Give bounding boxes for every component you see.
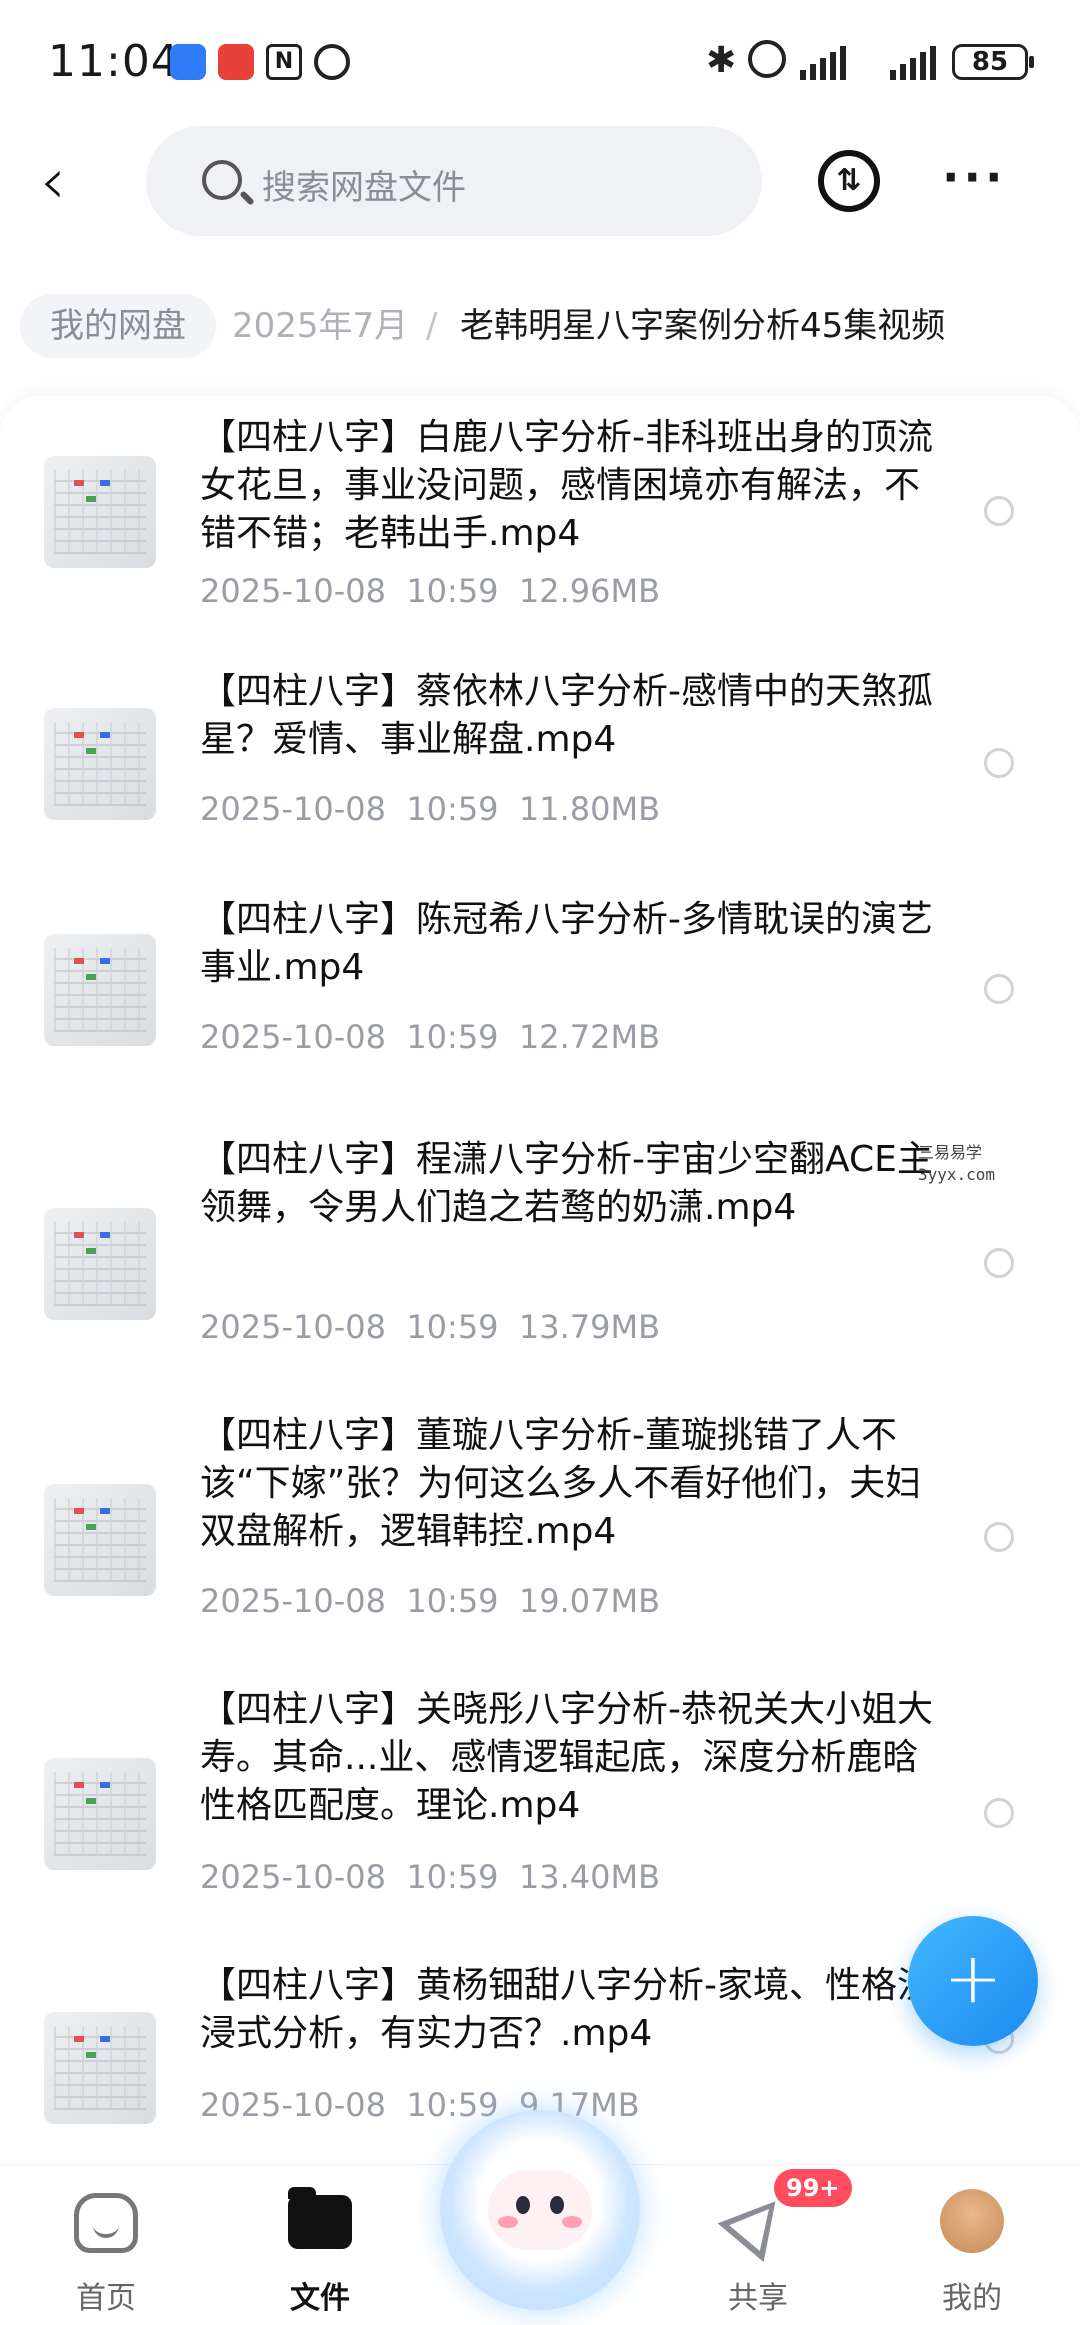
nav-home[interactable]: 首页 bbox=[36, 2165, 176, 2325]
assistant-mascot-button[interactable] bbox=[440, 2110, 640, 2310]
status-bar: 11:04 N ✱ 85 bbox=[0, 0, 1080, 120]
select-radio[interactable] bbox=[984, 1798, 1014, 1828]
file-meta: 2025-10-08 10:59 12.72MB bbox=[200, 1018, 661, 1056]
select-radio[interactable] bbox=[984, 1248, 1014, 1278]
chevron-left-icon[interactable]: ‹ bbox=[40, 150, 100, 220]
breadcrumb: 2025年7月 我的网盘 / 老韩明星八字案例分析45集视频 bbox=[0, 280, 1080, 370]
nav-files-label: 文件 bbox=[290, 2281, 350, 2316]
signal-icon bbox=[800, 44, 846, 80]
hotspot-icon bbox=[748, 40, 786, 78]
breadcrumb-root[interactable]: 我的网盘 bbox=[20, 294, 216, 358]
more-horizontal-icon[interactable]: ··· bbox=[942, 150, 1006, 204]
share-badge: 99+ bbox=[774, 2169, 852, 2207]
select-radio[interactable] bbox=[984, 496, 1014, 526]
video-thumbnail bbox=[44, 1758, 156, 1870]
video-thumbnail bbox=[44, 708, 156, 820]
select-radio[interactable] bbox=[984, 1522, 1014, 1552]
breadcrumb-middle[interactable]: 2025年7月 bbox=[232, 294, 408, 358]
nfc-icon: N bbox=[266, 44, 302, 80]
breadcrumb-current: 老韩明星八字案例分析45集视频 bbox=[460, 306, 946, 346]
nav-home-label: 首页 bbox=[76, 2281, 136, 2316]
nav-me[interactable]: 我的 bbox=[902, 2165, 1042, 2325]
add-button[interactable]: + bbox=[908, 1916, 1038, 2046]
search-input[interactable]: 搜索网盘文件 bbox=[146, 126, 762, 236]
file-title: 【四柱八字】白鹿八字分析-非科班出身的顶流女花旦，事业没问题，感情困境亦有解法，… bbox=[200, 417, 933, 554]
file-title: 【四柱八字】程潇八字分析-宇宙少空翻ACE主领舞，令男人们趋之若鹜的奶潇.mp4 bbox=[200, 1139, 933, 1228]
status-time: 11:04 bbox=[48, 36, 180, 87]
video-thumbnail bbox=[44, 1484, 156, 1596]
video-thumbnail bbox=[44, 934, 156, 1046]
select-radio[interactable] bbox=[984, 748, 1014, 778]
file-title: 【四柱八字】陈冠希八字分析-多情耽误的演艺事业.mp4 bbox=[200, 899, 933, 988]
folder-icon bbox=[288, 2187, 352, 2249]
alarm-icon bbox=[314, 44, 350, 80]
file-meta: 2025-10-08 10:59 19.07MB bbox=[200, 1582, 661, 1620]
file-meta: 2025-10-08 10:59 11.80MB bbox=[200, 790, 661, 828]
file-meta: 2025-10-08 10:59 13.40MB bbox=[200, 1858, 661, 1896]
video-thumbnail bbox=[44, 456, 156, 568]
file-title: 【四柱八字】黄杨钿甜八字分析-家境、性格沉浸式分析，有实力否？.mp4 bbox=[200, 1965, 933, 2054]
file-title: 【四柱八字】蔡依林八字分析-感情中的天煞孤星？爱情、事业解盘.mp4 bbox=[200, 671, 933, 760]
video-thumbnail bbox=[44, 2012, 156, 2124]
avatar bbox=[940, 2189, 1004, 2253]
video-thumbnail bbox=[44, 1208, 156, 1320]
home-icon bbox=[74, 2193, 138, 2253]
file-title: 【四柱八字】关晓彤八字分析-恭祝关大小姐大寿。其命...业、感情逻辑起底，深度分… bbox=[200, 1689, 933, 1826]
app-notification-icon bbox=[170, 44, 206, 80]
nav-me-label: 我的 bbox=[942, 2281, 1002, 2316]
nav-share-label: 共享 bbox=[728, 2281, 788, 2316]
search-placeholder: 搜索网盘文件 bbox=[262, 168, 466, 208]
breadcrumb-separator: / bbox=[426, 306, 438, 346]
watermark: 三易易学 3yyx.com bbox=[918, 1143, 996, 1184]
file-list: 【四柱八字】白鹿八字分析-非科班出身的顶流女花旦，事业没问题，感情困境亦有解法，… bbox=[0, 396, 1080, 2166]
transfer-icon[interactable]: ⇅ bbox=[818, 150, 880, 212]
file-meta: 2025-10-08 10:59 13.79MB bbox=[200, 1308, 661, 1346]
file-meta: 2025-10-08 10:59 12.96MB bbox=[200, 572, 661, 610]
file-title: 【四柱八字】董璇八字分析-董璇挑错了人不该“下嫁”张？为何这么多人不看好他们，夫… bbox=[200, 1415, 922, 1552]
nav-share[interactable]: 99+ 共享 bbox=[688, 2165, 852, 2325]
select-radio[interactable] bbox=[984, 974, 1014, 1004]
bluetooth-icon: ✱ bbox=[706, 40, 737, 81]
search-icon bbox=[202, 160, 242, 200]
huawei-notification-icon bbox=[218, 44, 254, 80]
battery-icon: 85 bbox=[952, 44, 1034, 80]
nav-files[interactable]: 文件 bbox=[250, 2165, 390, 2325]
signal-icon-2 bbox=[890, 44, 936, 80]
